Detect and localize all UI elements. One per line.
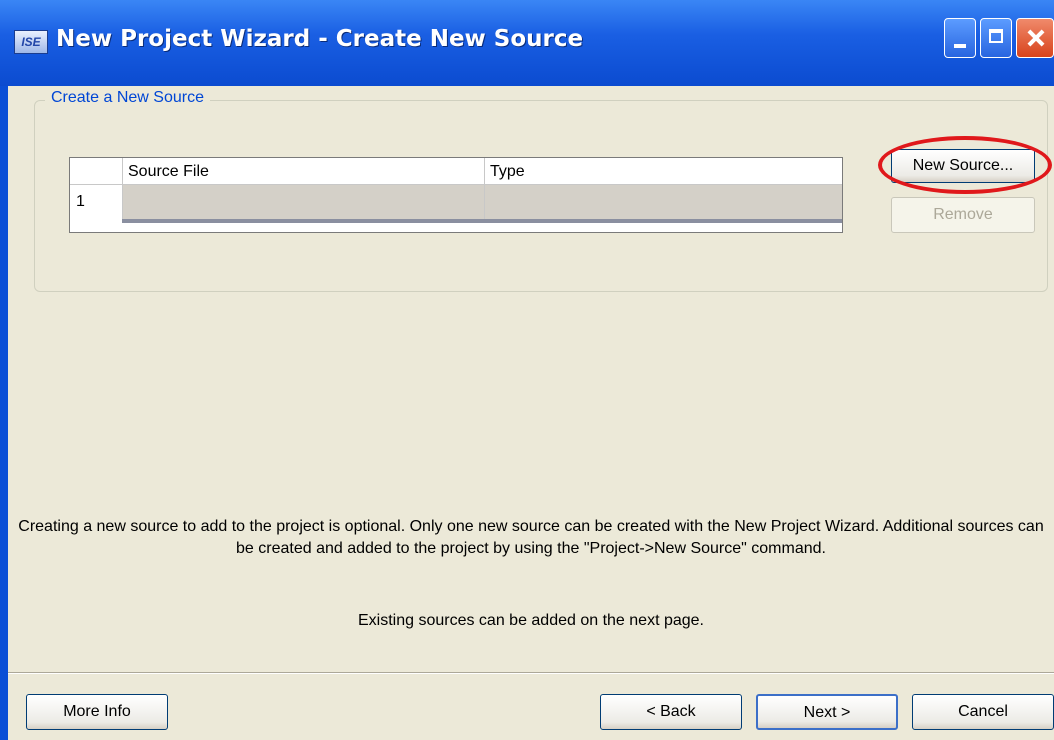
create-source-group: Create a New Source Source File Type 1 N… [34,89,1052,292]
column-header-source-file[interactable]: Source File [122,158,484,184]
column-header-type[interactable]: Type [484,158,842,184]
source-file-cell[interactable] [122,185,484,219]
cancel-label: Cancel [958,703,1008,720]
description-text: Creating a new source to add to the proj… [18,518,1044,557]
grid-header: Source File Type [70,158,842,185]
dialog-body: Create a New Source Source File Type 1 N… [8,86,1054,740]
back-button[interactable]: < Back [600,694,742,730]
close-button[interactable] [1016,18,1054,58]
highlight-circle [878,136,1052,194]
window-title: New Project Wizard - Create New Source [56,26,584,52]
remove-button[interactable]: Remove [891,197,1035,233]
type-cell[interactable] [484,185,842,219]
app-icon: ISE [14,30,48,54]
group-title: Create a New Source [45,89,210,107]
row-header-corner [70,158,122,184]
footer-separator-highlight [8,673,1054,674]
grid-scroll-edge [122,219,842,223]
wizard-window: ISE New Project Wizard - Create New Sour… [0,0,1054,740]
more-info-button[interactable]: More Info [26,694,168,730]
table-row[interactable]: 1 [70,185,842,219]
remove-label: Remove [933,206,993,223]
title-bar[interactable]: ISE New Project Wizard - Create New Sour… [0,0,1054,86]
source-grid: Source File Type 1 [69,157,843,233]
next-label: Next > [803,704,851,721]
row-number: 1 [70,185,122,219]
maximize-button[interactable] [980,18,1012,58]
next-button[interactable]: Next > [756,694,898,730]
minimize-button[interactable] [944,18,976,58]
existing-sources-note: Existing sources can be added on the nex… [357,612,704,629]
back-label: < Back [646,703,696,720]
cancel-button[interactable]: Cancel [912,694,1054,730]
more-info-label: More Info [63,703,131,720]
